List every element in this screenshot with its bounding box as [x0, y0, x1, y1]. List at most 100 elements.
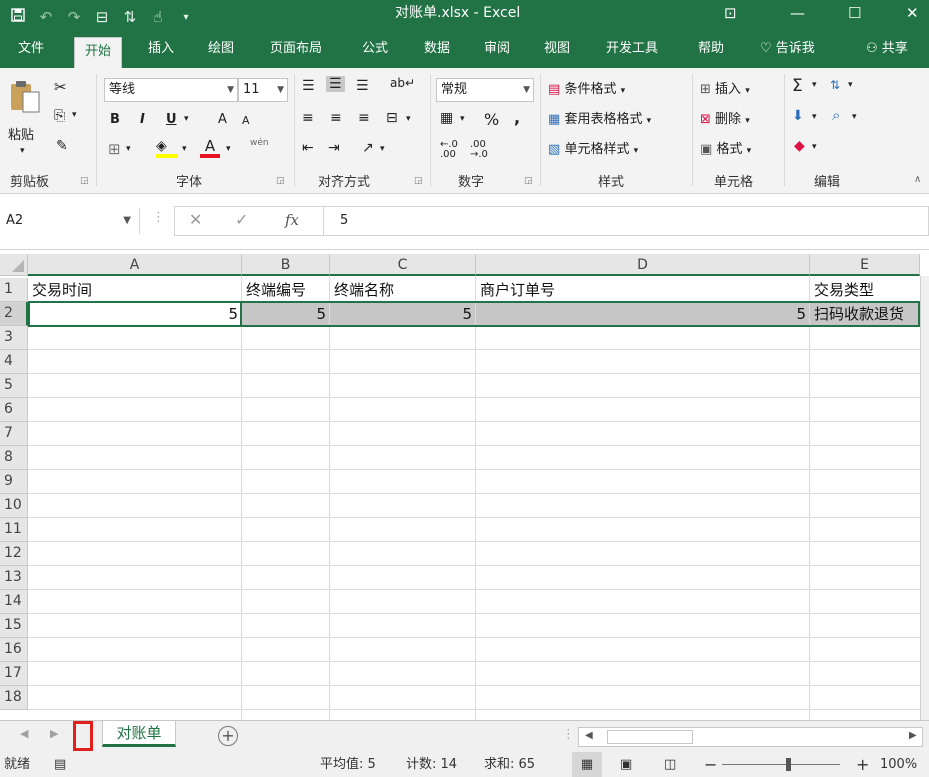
next-sheet-icon[interactable]: ▶	[50, 727, 58, 740]
cell-b1[interactable]: 终端编号	[242, 278, 330, 302]
cell-c1[interactable]: 终端名称	[330, 278, 476, 302]
accounting-format-icon[interactable]: ▦	[440, 110, 453, 126]
increase-decimal-icon[interactable]: ←.0.00	[440, 140, 458, 160]
cell-e1[interactable]: 交易类型	[810, 278, 920, 302]
tab-view[interactable]: 视图	[544, 34, 570, 68]
tab-file[interactable]: 文件	[18, 34, 44, 68]
average-stat[interactable]: 平均值: 5	[320, 752, 376, 777]
italic-button[interactable]: I	[140, 112, 145, 127]
row-header[interactable]: 4	[0, 350, 28, 374]
font-launcher-icon[interactable]: ◲	[276, 176, 285, 186]
paste-icon[interactable]	[8, 80, 42, 116]
vertical-scrollbar[interactable]	[920, 276, 929, 720]
align-right-icon[interactable]: ≡	[358, 110, 370, 126]
paste-dropdown-icon[interactable]: ▾	[20, 146, 25, 156]
sum-stat[interactable]: 求和: 65	[484, 752, 535, 777]
share-button[interactable]: ⚇ 共享	[866, 34, 908, 68]
cut-icon[interactable]: ✂	[54, 78, 67, 96]
row-header[interactable]: 2	[0, 302, 28, 326]
splitter-grip-icon[interactable]: ⋮	[562, 727, 575, 742]
redo-icon[interactable]: ↷	[60, 8, 88, 26]
touch-mode-icon[interactable]: ☝	[144, 8, 172, 26]
alignment-launcher-icon[interactable]: ◲	[414, 176, 423, 186]
sort-filter-icon[interactable]: ⇅	[830, 78, 840, 92]
scroll-thumb[interactable]	[607, 730, 693, 744]
collapse-ribbon-icon[interactable]: ∧	[914, 174, 921, 185]
column-header-e[interactable]: E	[810, 254, 920, 276]
tab-page-layout[interactable]: 页面布局	[270, 34, 322, 68]
zoom-out-button[interactable]: −	[704, 752, 717, 777]
cell-c2[interactable]: 5	[330, 302, 476, 326]
cell-a1[interactable]: 交易时间	[28, 278, 242, 302]
page-break-view-icon[interactable]: ◫	[664, 752, 676, 777]
row-header[interactable]: 13	[0, 566, 28, 590]
fill-dropdown-icon[interactable]: ▾	[812, 112, 817, 122]
cell-e2[interactable]: 扫码收款退货	[810, 302, 920, 326]
column-header-b[interactable]: B	[242, 254, 330, 276]
horizontal-scrollbar[interactable]: ◀ ▶	[578, 727, 923, 747]
cell-d2[interactable]: 5	[476, 302, 810, 326]
maximize-icon[interactable]: ☐	[848, 0, 861, 34]
underline-dropdown-icon[interactable]: ▾	[184, 114, 189, 124]
percent-button[interactable]: %	[484, 110, 499, 129]
column-header-d[interactable]: D	[476, 254, 810, 276]
cancel-icon[interactable]: ✕	[189, 210, 202, 229]
copy-dropdown-icon[interactable]: ▾	[72, 110, 77, 120]
cell-a2[interactable]: 5	[28, 302, 242, 326]
sort-filter-dropdown-icon[interactable]: ▾	[848, 80, 853, 90]
formula-input[interactable]: 5	[324, 206, 929, 236]
zoom-slider-thumb[interactable]	[786, 758, 791, 771]
merge-center-icon[interactable]: ⊟	[386, 110, 398, 126]
clear-dropdown-icon[interactable]: ▾	[812, 142, 817, 152]
minimize-icon[interactable]: —	[790, 0, 805, 34]
zoom-in-button[interactable]: +	[856, 752, 869, 777]
grow-font-button[interactable]: A	[218, 112, 227, 127]
row-header[interactable]: 10	[0, 494, 28, 518]
find-select-icon[interactable]: ⌕	[832, 106, 840, 124]
cell-b2[interactable]: 5	[242, 302, 330, 326]
row-header[interactable]: 12	[0, 542, 28, 566]
format-as-table-button[interactable]: ▦ 套用表格格式 ▾	[548, 108, 651, 127]
number-launcher-icon[interactable]: ◲	[524, 176, 533, 186]
row-header[interactable]: 17	[0, 662, 28, 686]
page-layout-view-icon[interactable]: ▣	[620, 752, 632, 777]
count-stat[interactable]: 计数: 14	[406, 752, 457, 777]
row-header[interactable]: 15	[0, 614, 28, 638]
align-top-icon[interactable]: ☰	[302, 78, 315, 94]
row-header[interactable]: 5	[0, 374, 28, 398]
tab-draw[interactable]: 绘图	[208, 34, 234, 68]
save-icon[interactable]	[4, 8, 32, 26]
tab-formulas[interactable]: 公式	[362, 34, 388, 68]
row-header[interactable]: 16	[0, 638, 28, 662]
number-format-select[interactable]: 常规 ▼	[436, 78, 534, 102]
align-left-icon[interactable]: ≡	[302, 110, 314, 126]
row-header[interactable]: 11	[0, 518, 28, 542]
column-header-a[interactable]: A	[28, 254, 242, 276]
find-select-dropdown-icon[interactable]: ▾	[852, 112, 857, 122]
autosum-dropdown-icon[interactable]: ▾	[812, 80, 817, 90]
fill-icon[interactable]: ⬇	[792, 108, 804, 124]
customize-qat-icon[interactable]: ▾	[172, 12, 200, 23]
tab-data[interactable]: 数据	[424, 34, 450, 68]
delete-cells-button[interactable]: ⊠ 删除 ▾	[700, 108, 750, 127]
tab-help[interactable]: 帮助	[698, 34, 724, 68]
enter-icon[interactable]: ✓	[235, 210, 248, 229]
merge-dropdown-icon[interactable]: ▾	[406, 114, 411, 124]
row-header[interactable]: 1	[0, 278, 28, 302]
underline-button[interactable]: U	[166, 112, 177, 127]
autosum-icon[interactable]: Σ	[792, 76, 803, 96]
paste-button[interactable]: 粘贴	[8, 124, 34, 143]
accounting-dropdown-icon[interactable]: ▾	[460, 114, 465, 124]
increase-indent-icon[interactable]: ⇥	[328, 140, 340, 156]
close-icon[interactable]: ✕	[906, 0, 919, 34]
row-header[interactable]: 6	[0, 398, 28, 422]
undo-icon[interactable]: ↶	[32, 8, 60, 26]
tab-developer[interactable]: 开发工具	[606, 34, 658, 68]
name-box[interactable]: A2 ▼	[0, 208, 140, 234]
form-icon[interactable]: ⊟	[88, 8, 116, 26]
font-size-select[interactable]: 11 ▼	[238, 78, 288, 102]
orientation-icon[interactable]: ↗	[362, 140, 374, 156]
zoom-level[interactable]: 100%	[880, 752, 917, 777]
borders-dropdown-icon[interactable]: ▾	[126, 144, 131, 154]
phonetic-guide-icon[interactable]: wén	[250, 138, 269, 148]
